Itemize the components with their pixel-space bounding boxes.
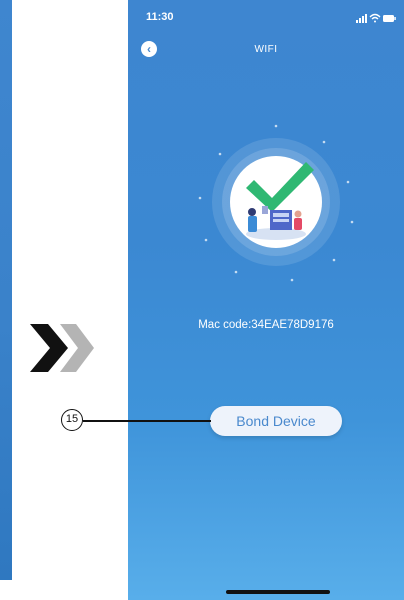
chevrons-icon xyxy=(30,324,94,372)
home-indicator[interactable] xyxy=(226,590,330,594)
signal-icon xyxy=(356,14,367,23)
mac-value: 34EAE78D9176 xyxy=(251,319,334,331)
bond-device-button[interactable]: Bond Device xyxy=(210,406,342,436)
page-title: WIFI xyxy=(254,44,278,55)
battery-icon xyxy=(383,15,396,22)
mac-code: Mac code:34EAE78D9176 xyxy=(128,319,404,331)
wifi-icon xyxy=(369,13,381,23)
status-time: 11:30 xyxy=(146,11,174,23)
status-icons xyxy=(356,13,396,23)
callout-line xyxy=(83,420,211,422)
success-illustration xyxy=(198,124,354,282)
previous-screen-edge xyxy=(0,0,12,580)
people-illustration xyxy=(246,206,306,240)
phone-screen: 11:30 ‹ WIFI Mac code:34EAE78D9176 Bond … xyxy=(128,0,404,600)
callout-number: 15 xyxy=(61,409,83,431)
mac-label: Mac code: xyxy=(198,319,252,331)
